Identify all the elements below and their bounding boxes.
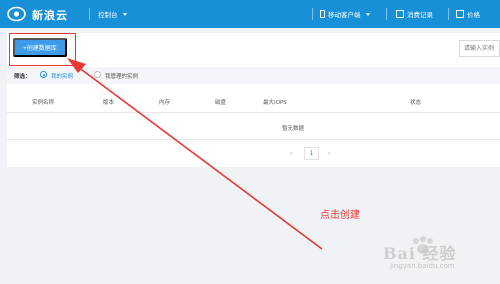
top-header: 新浪云 控制台 移动客户端 消费记录 价格 [0,0,500,28]
table-divider [7,139,500,140]
empty-state-text: 暂无数据 [282,126,305,132]
brand-name: 新浪云 [32,9,68,22]
radio-my-instances[interactable] [40,71,47,78]
cloud-logo-icon[interactable] [7,5,26,22]
pagination-next-button[interactable]: › [328,150,330,157]
nav-console[interactable]: 控制台 [98,9,127,19]
phone-icon [320,10,325,18]
radio-managed-instances-label[interactable]: 我管理的实例 [105,72,138,80]
header-divider [448,8,449,20]
header-divider [89,8,90,20]
receipt-icon [396,10,404,18]
watermark-url: jingyan.baidu.com [390,262,455,270]
nav-spend-records-label: 消费记录 [407,11,433,19]
header-divider [312,8,313,20]
pagination-prev-button[interactable]: ‹ [290,150,292,157]
filter-bar [7,67,500,84]
nav-spend-records[interactable]: 消费记录 [396,9,433,19]
instance-panel [7,33,500,167]
pagination-page-button[interactable]: 1 [304,147,319,160]
column-header-disk: 磁盘 [215,100,227,106]
table-divider [7,112,500,113]
radio-managed-instances[interactable] [94,71,101,78]
watermark-text: Bai 经验 [383,244,457,263]
column-header-memory: 内存 [159,100,171,106]
nav-pricing[interactable]: 价格 [456,9,480,19]
chevron-down-icon [365,12,370,16]
annotation-note: 点击创建 [320,210,360,221]
chevron-down-icon [122,12,127,16]
column-header-name: 实例名称 [32,100,55,106]
radio-my-instances-label[interactable]: 我的实例 [51,72,73,80]
nav-mobile-client[interactable]: 移动客户端 [320,9,370,19]
highlight-box [9,33,76,66]
price-tag-icon [456,10,464,18]
nav-mobile-client-label: 移动客户端 [328,11,361,19]
column-header-version: 版本 [103,100,115,106]
nav-pricing-label: 价格 [467,11,480,19]
header-divider [386,8,387,20]
filter-label: 筛选： [14,74,31,80]
nav-console-label: 控制台 [98,11,118,19]
search-input[interactable] [459,40,500,57]
column-header-status: 状态 [410,100,422,106]
column-header-max-iops: 最大IOPS [263,100,287,106]
